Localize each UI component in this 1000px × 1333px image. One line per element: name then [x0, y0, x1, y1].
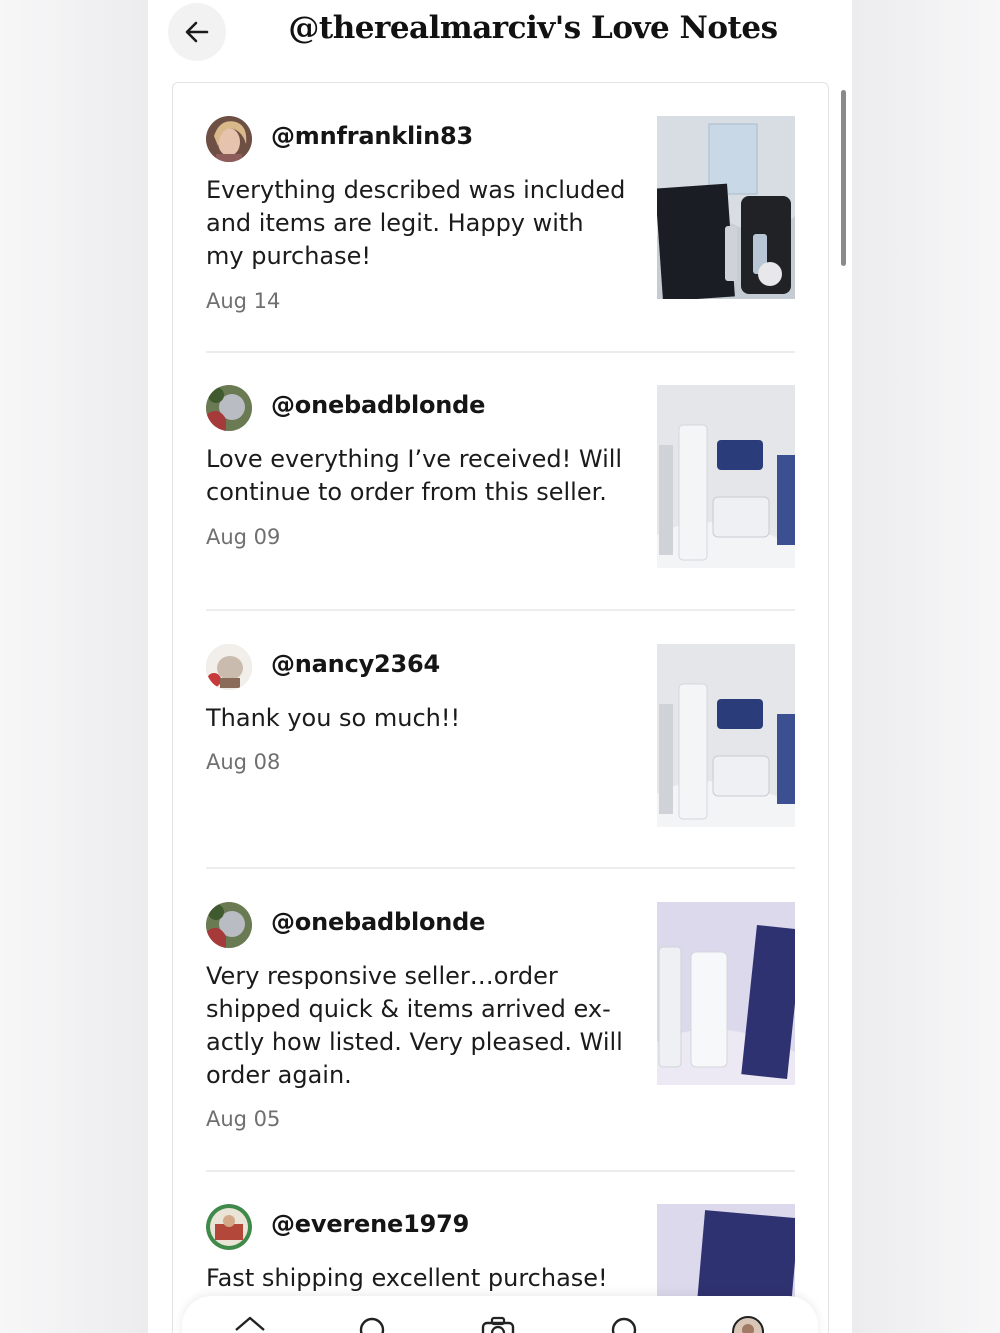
scrollbar[interactable] [841, 90, 846, 266]
app-screen: @therealmarciv's Love Notes @mnfranklin8… [148, 0, 852, 1333]
note-text: Everything described was included and it… [206, 176, 626, 270]
back-button[interactable] [168, 3, 226, 61]
note-text: Love everything I’ve received! Will cont… [206, 445, 623, 506]
home-icon[interactable] [232, 1314, 268, 1333]
avatar[interactable] [206, 644, 252, 690]
product-thumbnail[interactable] [657, 385, 795, 568]
divider [206, 609, 795, 611]
username[interactable]: @everene1979 [271, 1210, 469, 1238]
product-thumbnail[interactable] [657, 644, 795, 827]
note-date: Aug 14 [206, 289, 281, 313]
product-thumbnail[interactable] [657, 116, 795, 299]
camera-icon[interactable] [480, 1314, 516, 1333]
divider [206, 867, 795, 869]
note-text: Very responsive seller…order shipped qui… [206, 962, 623, 1089]
avatar[interactable] [206, 385, 252, 431]
note-date: Aug 05 [206, 1107, 281, 1131]
search-icon[interactable] [354, 1314, 390, 1333]
avatar[interactable] [206, 1204, 252, 1250]
note-date: Aug 09 [206, 525, 281, 549]
avatar[interactable] [206, 116, 252, 162]
note-text: Fast shipping excellent purchase! [206, 1264, 608, 1292]
love-note-item: @onebadblonde Very responsive seller…ord… [206, 902, 795, 1142]
username[interactable]: @onebadblonde [271, 908, 485, 936]
username[interactable]: @onebadblonde [271, 391, 485, 419]
avatar[interactable] [206, 902, 252, 948]
love-note-item: @everene1979 Fast shipping excellent pur… [206, 1204, 795, 1304]
left-backdrop [0, 0, 148, 1333]
profile-avatar-icon[interactable] [730, 1314, 766, 1333]
divider [206, 351, 795, 353]
chat-icon[interactable] [606, 1314, 642, 1333]
right-backdrop [852, 0, 1000, 1333]
username[interactable]: @mnfranklin83 [271, 122, 473, 150]
love-note-item: @onebadblonde Love everything I’ve recei… [206, 385, 795, 575]
love-note-item: @nancy2364 Thank you so much!! Aug 08 [206, 644, 795, 834]
divider [206, 1170, 795, 1172]
note-text: Thank you so much!! [206, 704, 461, 732]
arrow-left-icon [185, 21, 209, 43]
product-thumbnail[interactable] [657, 1204, 795, 1299]
username[interactable]: @nancy2364 [271, 650, 440, 678]
header: @therealmarciv's Love Notes [148, 0, 852, 66]
love-notes-list: @mnfranklin83 Everything described was i… [172, 82, 829, 1333]
love-note-item: @mnfranklin83 Everything described was i… [206, 116, 795, 316]
product-thumbnail[interactable] [657, 902, 795, 1085]
page-title: @therealmarciv's Love Notes [288, 10, 778, 46]
bottom-nav-bar [182, 1296, 818, 1333]
note-date: Aug 08 [206, 750, 281, 774]
